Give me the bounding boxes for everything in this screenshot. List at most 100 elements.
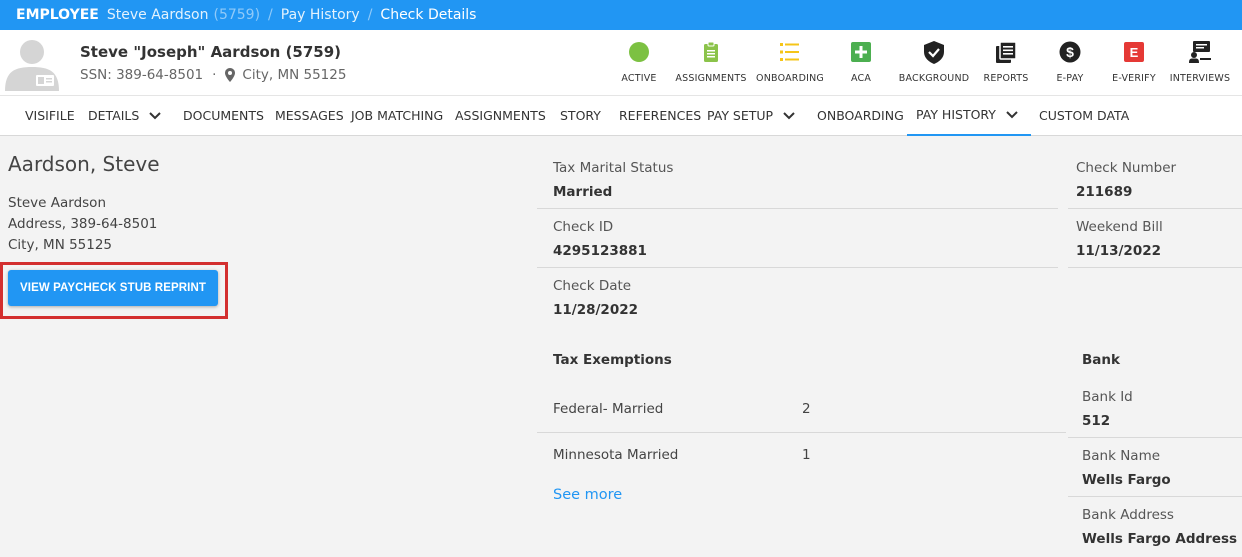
field-value: 512: [1082, 413, 1111, 429]
status-label: INTERVIEWS: [1169, 73, 1231, 84]
employee-city: City, MN 55125: [8, 237, 113, 253]
field-label: Check Number: [1076, 160, 1177, 176]
tab-details[interactable]: DETAILS: [88, 96, 162, 136]
check-id-field: Check ID 4295123881: [553, 219, 647, 259]
tab-assignments[interactable]: ASSIGNMENTS: [455, 96, 546, 136]
status-label: ACTIVE: [621, 73, 657, 84]
breadcrumb-separator: /: [268, 7, 273, 23]
divider: [1068, 208, 1242, 209]
divider: [1068, 496, 1242, 497]
tab-bar: VISIFILE DETAILS DOCUMENTS MESSAGES JOB …: [0, 95, 1242, 136]
field-label: Weekend Bill: [1076, 219, 1163, 235]
exemption-count: 1: [802, 447, 811, 463]
tab-label: REFERENCES: [619, 108, 702, 123]
tab-custom-data[interactable]: CUSTOM DATA: [1039, 96, 1129, 136]
tab-label: CUSTOM DATA: [1039, 108, 1130, 123]
status-icon-bar: ACTIVE ASSIGNMENTS ONBOARDING ACA BACKGR…: [0, 30, 1242, 95]
view-paycheck-stub-reprint-button[interactable]: VIEW PAYCHECK STUB REPRINT: [8, 270, 218, 306]
field-value: Wells Fargo Address: [1082, 531, 1238, 547]
breadcrumb-separator: /: [367, 7, 373, 23]
tab-label: DETAILS: [88, 108, 140, 123]
chevron-down-icon: [149, 112, 162, 120]
check-details-content: Aardson, Steve Steve Aardson Address, 38…: [0, 136, 1242, 557]
exemption-name: Minnesota Married: [553, 447, 679, 463]
field-value: 211689: [1076, 184, 1133, 200]
status-background[interactable]: BACKGROUND: [894, 40, 974, 84]
breadcrumb-employee-id: (5759): [213, 7, 261, 23]
breadcrumb-pay-history-link[interactable]: Pay History: [281, 7, 360, 23]
status-label: ONBOARDING: [756, 73, 824, 84]
tab-job-matching[interactable]: JOB MATCHING: [351, 96, 443, 136]
breadcrumb-employee-link[interactable]: Steve Aardson: [107, 7, 209, 23]
tab-label: STORY: [560, 108, 601, 123]
field-label: Check Date: [553, 278, 632, 294]
field-label: Bank Id: [1082, 389, 1133, 405]
status-aca[interactable]: ACA: [821, 40, 901, 84]
field-value: 11/13/2022: [1076, 243, 1162, 259]
tax-exemptions-title: Tax Exemptions: [553, 352, 672, 368]
tab-messages[interactable]: MESSAGES: [275, 96, 344, 136]
tab-label: PAY SETUP: [707, 108, 774, 123]
exemption-count: 2: [802, 401, 811, 417]
tab-label: PAY HISTORY: [916, 107, 996, 122]
tax-marital-status-field: Tax Marital Status Married: [553, 160, 673, 200]
see-more-link[interactable]: See more: [553, 487, 622, 503]
tab-documents[interactable]: DOCUMENTS: [183, 96, 264, 136]
breadcrumb-section: EMPLOYEE: [16, 7, 99, 23]
tab-label: DOCUMENTS: [183, 108, 264, 123]
exemption-name: Federal- Married: [553, 401, 664, 417]
tab-references[interactable]: REFERENCES: [619, 96, 701, 136]
divider: [537, 208, 1058, 209]
plus-square-icon: [821, 40, 901, 64]
divider: [1068, 267, 1242, 268]
bank-title: Bank: [1082, 352, 1120, 368]
tab-visifile[interactable]: VISIFILE: [25, 96, 75, 136]
status-label: BACKGROUND: [898, 73, 970, 84]
status-active[interactable]: ACTIVE: [599, 40, 679, 84]
employee-full-name: Steve Aardson: [8, 195, 106, 211]
check-number-field: Check Number 211689: [1076, 160, 1176, 200]
weekend-bill-field: Weekend Bill 11/13/2022: [1076, 219, 1163, 259]
bank-address-field: Bank Address Wells Fargo Address: [1082, 507, 1237, 547]
chevron-down-icon: [783, 112, 795, 120]
tab-label: JOB MATCHING: [351, 108, 444, 123]
employee-address: Address, 389-64-8501: [8, 216, 158, 232]
divider: [1068, 437, 1242, 438]
tab-story[interactable]: STORY: [560, 96, 601, 136]
tab-label: MESSAGES: [275, 108, 344, 123]
tab-label: ASSIGNMENTS: [455, 108, 546, 123]
breadcrumb: EMPLOYEE Steve Aardson (5759) / Pay Hist…: [0, 0, 1242, 30]
tab-onboarding[interactable]: ONBOARDING: [817, 96, 904, 136]
clipboard-icon: [671, 40, 751, 64]
chevron-down-icon: [1006, 111, 1018, 119]
interview-icon: [1160, 40, 1240, 64]
field-label: Bank Address: [1082, 507, 1174, 523]
field-label: Tax Marital Status: [553, 160, 674, 176]
active-circle-icon: [599, 40, 679, 64]
status-assignments[interactable]: ASSIGNMENTS: [671, 40, 751, 84]
status-interviews[interactable]: INTERVIEWS: [1160, 40, 1240, 84]
tab-label: ONBOARDING: [817, 108, 904, 123]
list-icon: [750, 40, 830, 64]
tab-pay-setup[interactable]: PAY SETUP: [707, 96, 795, 136]
check-date-field: Check Date 11/28/2022: [553, 278, 638, 318]
field-label: Check ID: [553, 219, 614, 235]
field-value: Married: [553, 184, 613, 200]
field-label: Bank Name: [1082, 448, 1161, 464]
divider: [537, 432, 1066, 433]
shield-check-icon: [894, 40, 974, 64]
divider: [537, 267, 1058, 268]
field-value: 4295123881: [553, 243, 647, 259]
breadcrumb-current: Check Details: [380, 7, 477, 23]
status-onboarding[interactable]: ONBOARDING: [750, 40, 830, 84]
field-value: Wells Fargo: [1082, 472, 1171, 488]
status-label: ASSIGNMENTS: [675, 73, 747, 84]
field-value: 11/28/2022: [553, 302, 639, 318]
tab-pay-history[interactable]: PAY HISTORY: [907, 96, 1031, 136]
bank-id-field: Bank Id 512: [1082, 389, 1133, 429]
svg-text:E: E: [1130, 45, 1139, 60]
employee-header: Steve "Joseph" Aardson (5759) SSN: 389-6…: [0, 30, 1242, 95]
tab-label: VISIFILE: [25, 108, 75, 123]
svg-text:$: $: [1066, 44, 1074, 60]
page-title: Aardson, Steve: [8, 152, 160, 176]
